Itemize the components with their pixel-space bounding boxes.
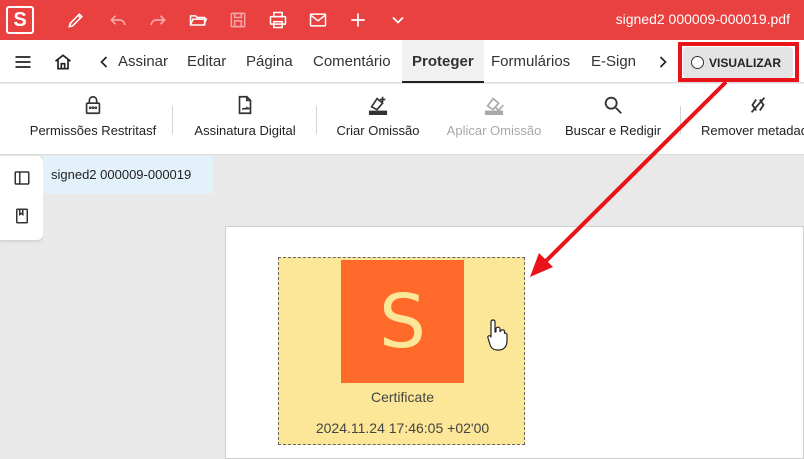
ribbon-button-label: Permissões Restritasf <box>29 123 157 138</box>
document-tab[interactable]: signed2 000009-000019 <box>43 156 213 194</box>
print-icon[interactable] <box>266 8 290 32</box>
ribbon-button-label: Buscar e Redigir <box>564 123 662 138</box>
panel-toggle-icon[interactable] <box>12 168 32 188</box>
ribbon-separator <box>680 106 681 134</box>
tab-formularios[interactable]: Formulários <box>491 40 570 83</box>
tab-pagina[interactable]: Página <box>246 40 293 83</box>
mail-icon[interactable] <box>306 8 330 32</box>
chevron-down-icon[interactable] <box>386 8 410 32</box>
app-logo: S <box>6 6 34 34</box>
search-redact-icon <box>601 93 625 117</box>
digital-signature-icon <box>233 93 257 117</box>
tab-assinar[interactable]: Assinar <box>118 40 170 83</box>
tab-editar[interactable]: Editar <box>187 40 226 83</box>
tab-comentario[interactable]: Comentário <box>313 40 391 83</box>
tab-esign[interactable]: E-Sign <box>591 40 636 83</box>
signature-timestamp: 2024.11.24 17:46:05 +02'00 <box>315 420 490 436</box>
lock-icon <box>81 93 105 117</box>
scroll-right-icon[interactable] <box>652 51 674 73</box>
hand-cursor-icon <box>487 319 508 351</box>
remove-metadata-icon <box>746 93 770 117</box>
scroll-left-icon[interactable] <box>93 51 115 73</box>
certificate-logo: S <box>341 260 464 383</box>
add-icon[interactable] <box>346 8 370 32</box>
apply-redaction-icon <box>482 93 506 117</box>
ribbon-separator <box>172 106 173 134</box>
redo-icon[interactable] <box>146 8 170 32</box>
undo-icon[interactable] <box>106 8 130 32</box>
ribbon-separator <box>316 106 317 134</box>
bookmark-icon[interactable] <box>12 206 32 226</box>
save-icon[interactable] <box>226 8 250 32</box>
title-bar: S signed2 000009-000019.pdf <box>0 0 804 40</box>
tab-proteger[interactable]: Proteger <box>402 40 484 83</box>
ribbon-button-label: Criar Omissão <box>336 123 420 138</box>
highlight-box <box>678 42 799 82</box>
pen-icon[interactable] <box>64 8 88 32</box>
hamburger-menu-icon[interactable] <box>12 51 34 73</box>
ribbon-button-label: Remover metadad <box>701 123 804 138</box>
apply-redaction-button[interactable]: Aplicar Omissão <box>440 84 548 155</box>
ribbon-toolbar: Permissões Restritasf Assinatura Digital… <box>0 84 804 155</box>
open-folder-icon[interactable] <box>186 8 210 32</box>
home-icon[interactable] <box>52 51 74 73</box>
digital-signature-button[interactable]: Assinatura Digital <box>184 84 306 155</box>
search-redact-button[interactable]: Buscar e Redigir <box>560 84 666 155</box>
create-redaction-icon <box>366 93 390 117</box>
side-panel <box>0 156 43 240</box>
restricted-permissions-button[interactable]: Permissões Restritasf <box>22 84 164 155</box>
signature-caption: Certificate <box>370 389 435 405</box>
create-redaction-button[interactable]: Criar Omissão <box>330 84 426 155</box>
ribbon-button-label: Assinatura Digital <box>194 123 296 138</box>
remove-metadata-button[interactable]: Remover metadad <box>696 84 804 155</box>
file-title: signed2 000009-000019.pdf <box>615 11 790 27</box>
ribbon-button-label: Aplicar Omissão <box>446 123 542 138</box>
